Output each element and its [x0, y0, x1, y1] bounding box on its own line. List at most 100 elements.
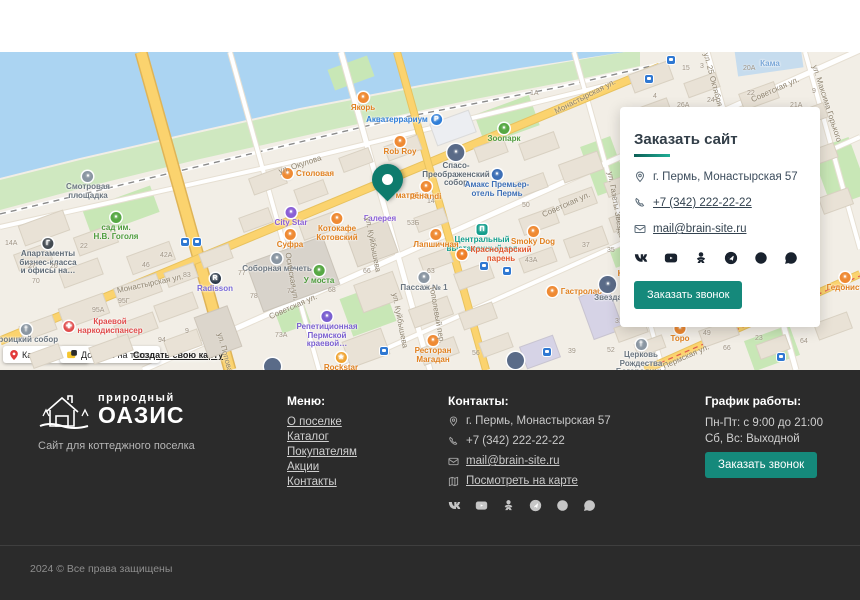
footer-map-link[interactable]: Посмотреть на карте	[466, 475, 578, 487]
poi-icon: •	[499, 123, 510, 134]
footer-menu-column: Меню: О поселкеКаталогПокупателямАкцииКо…	[287, 394, 357, 490]
poi-text: City Star	[275, 218, 308, 227]
house-number: 52	[607, 347, 615, 354]
poi-icon: •	[321, 311, 332, 322]
phone-icon	[634, 197, 646, 209]
house-number: 14А	[5, 240, 17, 247]
poi-text: Троицкий собор	[0, 335, 58, 344]
card-order-call-button[interactable]: Заказать звонок	[634, 281, 742, 309]
poi-text: Зоопарк	[488, 134, 521, 143]
house-number: 63	[427, 268, 435, 275]
house-number: 27	[28, 263, 36, 270]
email-icon	[448, 456, 459, 467]
whatsapp-icon[interactable]	[784, 251, 798, 265]
house-number: 43А	[525, 257, 537, 264]
footer-menu-link[interactable]: Покупателям	[287, 445, 357, 460]
ok-icon[interactable]	[502, 499, 515, 512]
map-poi-label: •Звезда	[594, 276, 622, 303]
house-number: 14	[427, 198, 435, 205]
poi-text: У моста	[304, 276, 335, 285]
card-phone-link[interactable]: +7 (342) 222-22-22	[653, 197, 752, 209]
house-number: 9	[812, 88, 816, 95]
whatsapp-icon[interactable]	[583, 499, 596, 512]
house-number: 1А	[530, 90, 539, 97]
poi-text: Котокафе Котовский	[316, 224, 357, 242]
house-number: 77	[238, 270, 246, 277]
poi-icon: •	[83, 171, 94, 182]
house-number: 49	[703, 330, 711, 337]
poi-icon: †	[21, 324, 32, 335]
logo: природный ОАЗИС	[38, 392, 195, 432]
map-poi-label: •сад им. Н.В. Гоголя	[94, 212, 139, 241]
footer-schedule-column: График работы: Пн-Пт: с 9:00 до 21:00Сб,…	[705, 394, 823, 447]
footer-email-row: mail@brain-site.ru	[448, 455, 611, 467]
footer-logo-block: природный ОАЗИС Сайт для коттеджного пос…	[38, 392, 195, 452]
map-poi-label: •Лапшичная	[413, 229, 458, 250]
vk-icon[interactable]	[634, 251, 648, 265]
house-number: 53Б	[407, 220, 419, 227]
youtube-icon[interactable]	[475, 499, 488, 512]
schedule-line: Пн-Пт: с 9:00 до 21:00	[705, 415, 823, 431]
poi-icon: R	[209, 273, 220, 284]
footer-menu-link[interactable]: Контакты	[287, 475, 357, 490]
transit-stop-icon	[181, 238, 189, 246]
house-number: 78	[250, 293, 258, 300]
poi-text: Церковь Рождества Богородицы	[616, 350, 666, 370]
viber-icon[interactable]	[754, 251, 768, 265]
footer-order-call-button[interactable]: Заказать звонок	[705, 452, 817, 478]
transit-stop-icon	[503, 267, 511, 275]
page: Как добраться Доехать на такси Создать с…	[0, 0, 860, 600]
house-number: 39	[568, 348, 576, 355]
ok-icon[interactable]	[694, 251, 708, 265]
map-poi-label: •Амакс Премьер- отель Пермь	[465, 169, 529, 198]
poi-icon: •	[492, 169, 503, 180]
footer-menu-link[interactable]: Каталог	[287, 430, 357, 445]
map-poi-label: •Репетиционная Пермской краевой…	[296, 311, 357, 349]
poi-text: Торо	[670, 334, 689, 343]
viber-icon[interactable]	[556, 499, 569, 512]
house-number: 15	[682, 65, 690, 72]
youtube-icon[interactable]	[664, 251, 678, 265]
house-number: 95А	[92, 307, 104, 314]
footer-social-icons	[448, 499, 611, 512]
telegram-icon[interactable]	[529, 499, 542, 512]
poi-text: Пассаж № 1	[400, 283, 447, 292]
poi-text: Акватеррариум	[366, 116, 428, 125]
vk-icon[interactable]	[448, 499, 461, 512]
poi-icon: ★	[336, 352, 347, 363]
footer-phone-link[interactable]: +7 (342) 222-22-22	[466, 435, 565, 447]
poi-text: Апартаменты бизнес-класса и офисы на…	[19, 249, 76, 275]
transit-stop-icon	[193, 238, 201, 246]
house-number: 66	[363, 268, 371, 275]
transit-stop-icon	[667, 56, 675, 64]
house-number: 72	[287, 288, 295, 295]
poi-icon: П	[476, 224, 487, 235]
poi-icon: •	[839, 272, 850, 283]
poi-text: Амакс Премьер- отель Пермь	[465, 180, 529, 198]
poi-icon: †	[635, 339, 646, 350]
card-email-link[interactable]: mail@brain-site.ru	[653, 223, 746, 235]
footer-menu-link[interactable]: О поселке	[287, 415, 357, 430]
map-poi-label: •У моста	[304, 265, 335, 286]
poi-icon: Г	[42, 238, 53, 249]
poi-icon: •	[394, 136, 405, 147]
map-poi-label: •Якорь	[351, 92, 375, 113]
telegram-icon[interactable]	[724, 251, 738, 265]
transit-stop-icon	[543, 348, 551, 356]
footer-address: г. Пермь, Монастырская 57	[466, 415, 611, 427]
schedule-line: Сб, Вс: Выходной	[705, 431, 823, 447]
poi-icon: •	[358, 92, 369, 103]
poi-text: Rob Roy	[384, 147, 417, 156]
map-poi-label: Кама	[760, 60, 780, 69]
contacts-title: Контакты:	[448, 394, 611, 408]
footer-divider	[0, 545, 860, 546]
map-poi-label: матрёна	[396, 192, 429, 201]
footer-phone-row: +7 (342) 222-22-22	[448, 435, 611, 447]
house-number: 9	[185, 328, 189, 335]
poi-text: Radisson	[197, 284, 233, 293]
poi-text: Гедонист	[827, 283, 860, 292]
footer-email-link[interactable]: mail@brain-site.ru	[466, 455, 559, 467]
footer-menu-link[interactable]: Акции	[287, 460, 357, 475]
map-poi-label: •Суфра	[277, 229, 303, 250]
phone-icon	[448, 436, 459, 447]
